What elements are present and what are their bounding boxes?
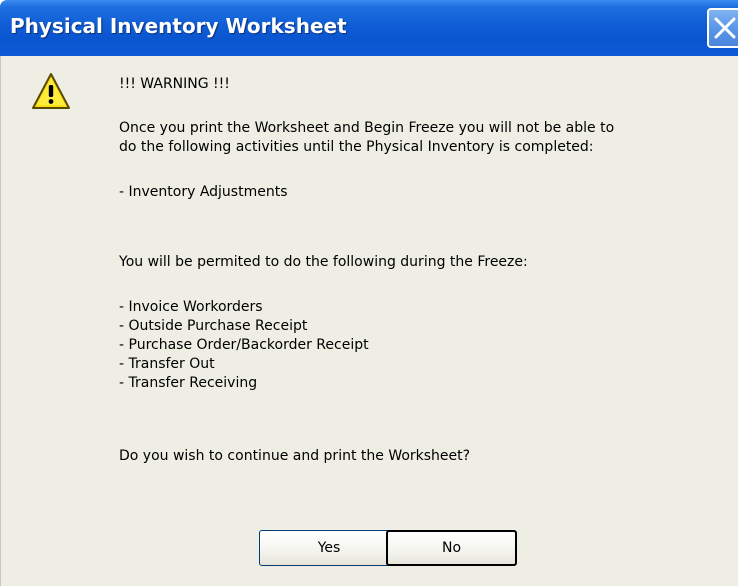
title-bar[interactable]: Physical Inventory Worksheet [0,0,738,56]
warning-heading: !!! WARNING !!! [119,76,230,92]
permitted-intro: You will be permited to do the following… [119,254,528,270]
window-title: Physical Inventory Worksheet [10,14,347,38]
warning-icon [32,73,70,109]
no-button[interactable]: No [386,530,517,566]
permitted-item: - Transfer Out [119,356,215,372]
permitted-item: - Transfer Receiving [119,375,258,391]
dialog-window: Physical Inventory Worksheet !!! WARNING… [0,0,738,586]
intro-line-2: do the following activities until the Ph… [119,139,594,155]
permitted-item: - Outside Purchase Receipt [119,318,308,334]
confirm-question: Do you wish to continue and print the Wo… [119,448,471,464]
close-button[interactable] [707,8,738,48]
close-icon [714,17,736,39]
blocked-item: - Inventory Adjustments [119,184,288,200]
permitted-item: - Invoice Workorders [119,299,263,315]
yes-button[interactable]: Yes [259,530,399,566]
permitted-item: - Purchase Order/Backorder Receipt [119,337,369,353]
dialog-body: !!! WARNING !!! Once you print the Works… [0,56,738,586]
intro-line-1: Once you print the Worksheet and Begin F… [119,120,615,136]
